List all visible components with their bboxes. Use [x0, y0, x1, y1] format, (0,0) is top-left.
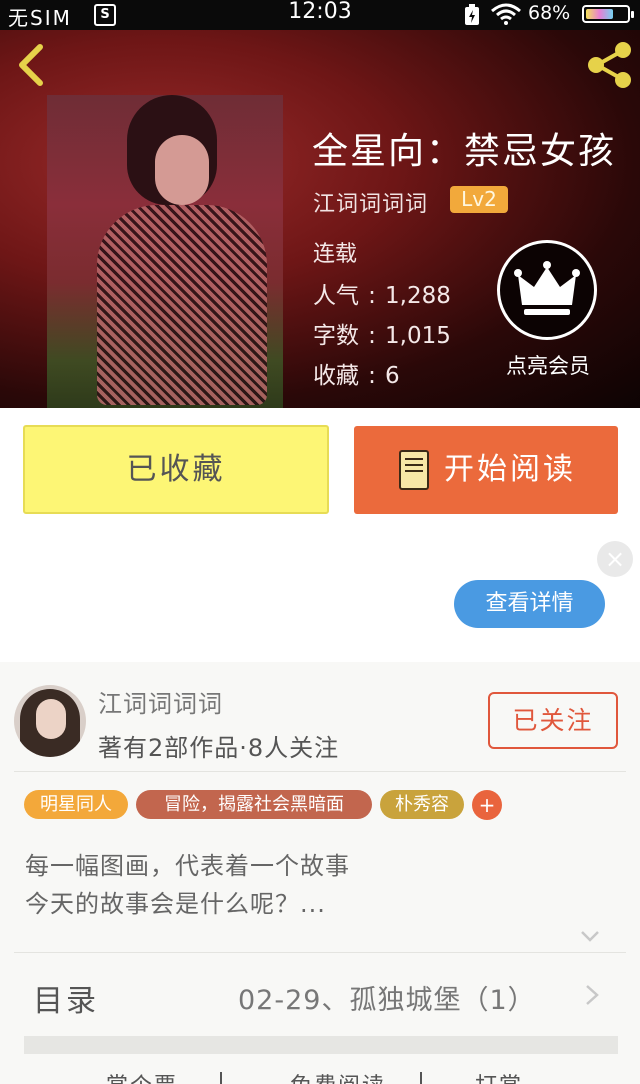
crown-icon — [514, 261, 580, 315]
stat-label: 字数 — [313, 323, 359, 349]
stat-favorites: 收藏:6 — [313, 363, 400, 389]
battery-icon — [582, 5, 634, 23]
chevron-down-icon[interactable] — [580, 926, 600, 946]
chevron-right-icon[interactable] — [583, 984, 601, 1006]
book-title: 全星向：禁忌女孩 — [312, 131, 617, 172]
author-name[interactable]: 江词词词词 — [98, 684, 223, 719]
description-line-2: 今天的故事会是什么呢？... — [25, 890, 326, 918]
divider — [14, 771, 626, 772]
tag-genre[interactable]: 明星同人 — [24, 790, 128, 819]
bottom-nav-tip[interactable]: 打赏 — [475, 1068, 523, 1084]
vip-label[interactable]: 点亮会员 — [480, 350, 616, 380]
header-author-name[interactable]: 江词词词词 — [313, 186, 428, 218]
stat-label: 收藏 — [313, 363, 359, 389]
wifi-icon — [491, 3, 521, 25]
bottom-nav-free-read[interactable]: 免费阅读 — [290, 1068, 386, 1084]
toc-label[interactable]: 目录 — [33, 976, 99, 1020]
stat-value: 1,288 — [385, 283, 451, 309]
share-icon[interactable] — [584, 40, 634, 90]
tag-theme[interactable]: 冒险，揭露社会黑暗面 — [136, 790, 372, 819]
bottom-nav: 赏个票 免费阅读 打赏 — [0, 1068, 640, 1084]
stat-label: 人气 — [313, 283, 359, 309]
stat-popularity: 人气:1,288 — [313, 283, 451, 309]
book-icon — [399, 450, 429, 490]
status-bar: 无SIM S 12:03 68% — [0, 0, 640, 30]
toc-latest-chapter[interactable]: 02-29、孤独城堡（1） — [238, 978, 536, 1017]
charging-icon — [465, 4, 479, 25]
stat-value: 1,015 — [385, 323, 451, 349]
section-separator — [24, 1036, 618, 1054]
bottom-nav-vote[interactable]: 赏个票 — [106, 1068, 178, 1084]
follow-button[interactable]: 已关注 — [488, 692, 618, 749]
serial-status: 连载 — [313, 242, 358, 267]
collected-button[interactable]: 已收藏 — [23, 425, 329, 514]
stat-value: 6 — [385, 363, 400, 389]
tag-character[interactable]: 朴秀容 — [380, 790, 464, 819]
vip-crown-button[interactable] — [497, 240, 597, 340]
description-line-1: 每一幅图画，代表着一个故事 — [25, 852, 350, 880]
author-level-badge: Lv2 — [450, 186, 508, 213]
author-avatar[interactable] — [14, 685, 86, 757]
divider — [14, 952, 626, 953]
author-stats: 著有2部作品·8人关注 — [98, 734, 340, 762]
book-cover-image[interactable] — [47, 95, 283, 408]
back-arrow-icon[interactable] — [14, 42, 46, 88]
add-tag-button[interactable]: + — [472, 790, 502, 820]
ad-close-icon[interactable]: × — [597, 541, 633, 577]
start-reading-label: 开始阅读 — [444, 452, 576, 487]
view-details-button[interactable]: 查看详情 — [454, 580, 605, 628]
start-reading-button[interactable]: 开始阅读 — [354, 426, 618, 514]
battery-percent: 68% — [528, 2, 571, 24]
stat-word-count: 字数:1,015 — [313, 323, 451, 349]
